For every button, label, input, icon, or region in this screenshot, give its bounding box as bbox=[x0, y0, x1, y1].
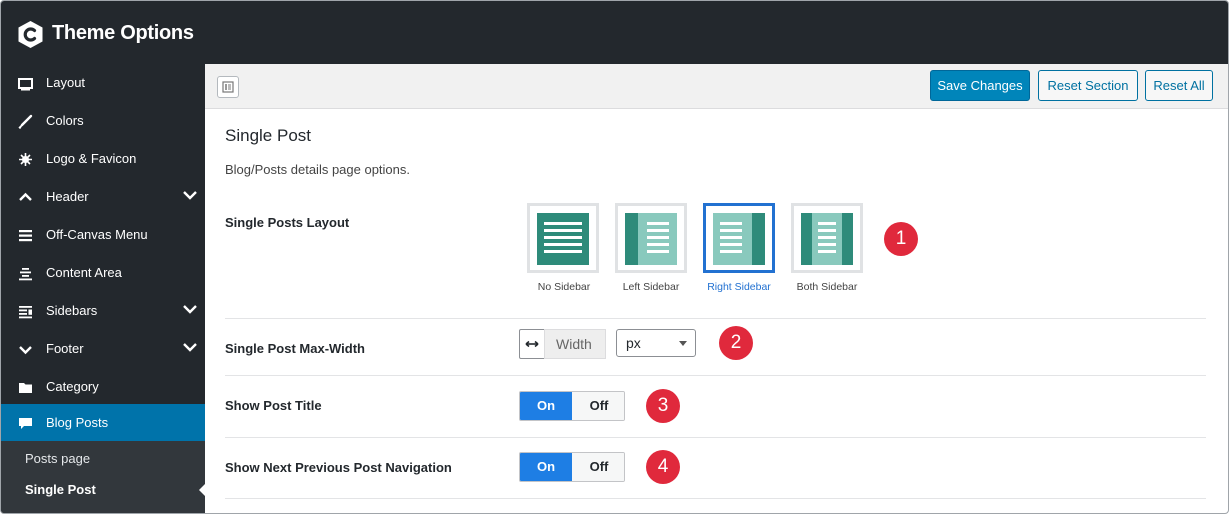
post-navigation-toggle[interactable]: On Off bbox=[519, 452, 625, 482]
sidebar-item-content-area[interactable]: Content Area bbox=[1, 254, 205, 292]
save-changes-button[interactable]: Save Changes bbox=[930, 70, 1030, 101]
reset-section-button[interactable]: Reset Section bbox=[1038, 70, 1138, 101]
layout-caption: Right Sidebar bbox=[707, 281, 771, 293]
sidebar-item-label: Category bbox=[46, 379, 99, 394]
brush-icon bbox=[18, 114, 33, 129]
sidebar-item-layout[interactable]: Layout bbox=[1, 64, 205, 102]
dropdown-arrow-icon bbox=[679, 341, 687, 346]
both-sidebar-layout-icon bbox=[801, 213, 853, 265]
menu-icon bbox=[19, 230, 32, 242]
toggle-off-option[interactable]: Off bbox=[572, 453, 624, 481]
unit-select[interactable]: px bbox=[616, 329, 696, 357]
sidebar-item-colors[interactable]: Colors bbox=[1, 102, 205, 140]
right-sidebar-layout-icon bbox=[713, 213, 765, 265]
layout-caption: Both Sidebar bbox=[796, 281, 858, 293]
sparkle-icon bbox=[19, 153, 32, 166]
section-title: Single Post bbox=[225, 126, 311, 145]
divider bbox=[225, 318, 1206, 319]
app-title: Theme Options bbox=[52, 22, 194, 44]
sidebar-item-label: Content Area bbox=[46, 265, 122, 280]
toggle-off-option[interactable]: Off bbox=[572, 392, 624, 420]
show-post-title-label: Show Post Title bbox=[225, 398, 322, 413]
callout-badge: 4 bbox=[646, 450, 680, 484]
submenu-item-posts-page[interactable]: Posts page bbox=[25, 451, 90, 466]
folder-icon bbox=[19, 383, 32, 393]
post-navigation-label: Show Next Previous Post Navigation bbox=[225, 460, 452, 475]
chevron-down-icon[interactable] bbox=[183, 342, 197, 352]
max-width-label: Single Post Max-Width bbox=[225, 341, 365, 356]
sidebar-item-label: Sidebars bbox=[46, 303, 98, 318]
sidebar-item-label: Footer bbox=[46, 341, 84, 356]
options-toolbar: Save Changes Reset Section Reset All bbox=[205, 64, 1228, 109]
show-post-title-toggle[interactable]: On Off bbox=[519, 391, 625, 421]
sidebar: Layout Colors Logo & Favicon Header Off-… bbox=[1, 64, 205, 513]
max-width-input[interactable]: Width bbox=[544, 329, 606, 359]
sidebar-item-off-canvas-menu[interactable]: Off-Canvas Menu bbox=[1, 216, 205, 254]
layout-option-left-sidebar[interactable] bbox=[615, 203, 687, 273]
sidebar-item-category[interactable]: Category bbox=[1, 368, 205, 406]
callout-badge: 1 bbox=[884, 222, 918, 256]
section-description: Blog/Posts details page options. bbox=[225, 162, 411, 177]
unit-select-value: px bbox=[626, 335, 641, 351]
sidebar-item-footer[interactable]: Footer bbox=[1, 330, 205, 368]
layout-option-right-sidebar[interactable] bbox=[703, 203, 775, 273]
sidebar-item-label: Blog Posts bbox=[46, 415, 109, 430]
sidebar-item-label: Header bbox=[46, 189, 89, 204]
callout-badge: 2 bbox=[719, 326, 753, 360]
sidebar-icon bbox=[19, 306, 32, 319]
align-center-icon bbox=[19, 268, 32, 281]
no-sidebar-layout-icon bbox=[537, 213, 589, 265]
theme-logo-icon bbox=[18, 21, 43, 48]
chevron-down-icon[interactable] bbox=[183, 304, 197, 314]
sidebar-item-header[interactable]: Header bbox=[1, 178, 205, 216]
divider bbox=[225, 437, 1206, 438]
sidebar-item-logo-favicon[interactable]: Logo & Favicon bbox=[1, 140, 205, 178]
chevron-up-icon bbox=[19, 192, 32, 201]
chevron-down-icon[interactable] bbox=[183, 190, 197, 200]
toggle-on-option[interactable]: On bbox=[520, 392, 572, 420]
submenu-item-single-post[interactable]: Single Post bbox=[25, 482, 96, 497]
submenu: Posts page Single Post bbox=[1, 441, 205, 513]
toggle-on-option[interactable]: On bbox=[520, 453, 572, 481]
layout-option-both-sidebar[interactable] bbox=[791, 203, 863, 273]
horizontal-arrows-icon bbox=[525, 340, 539, 348]
monitor-icon bbox=[18, 78, 33, 91]
sidebar-item-sidebars[interactable]: Sidebars bbox=[1, 292, 205, 330]
width-unit-toggle[interactable] bbox=[519, 329, 545, 359]
reset-all-button[interactable]: Reset All bbox=[1145, 70, 1213, 101]
top-bar: Theme Options bbox=[1, 1, 1228, 64]
sidebar-item-label: Logo & Favicon bbox=[46, 151, 137, 166]
current-item-pointer bbox=[199, 483, 206, 497]
layout-option-no-sidebar[interactable] bbox=[527, 203, 599, 273]
sidebar-item-label: Off-Canvas Menu bbox=[46, 227, 148, 242]
callout-badge: 3 bbox=[646, 389, 680, 423]
layout-label: Single Posts Layout bbox=[225, 215, 350, 230]
sidebar-item-blog-posts[interactable]: Blog Posts bbox=[1, 404, 205, 442]
layout-caption: Left Sidebar bbox=[622, 281, 680, 293]
expand-panel-icon[interactable] bbox=[217, 76, 239, 98]
left-sidebar-layout-icon bbox=[625, 213, 677, 265]
chevron-down-icon bbox=[19, 346, 32, 355]
divider bbox=[225, 498, 1206, 499]
sidebar-item-label: Layout bbox=[46, 75, 86, 90]
comment-icon bbox=[19, 418, 32, 429]
divider bbox=[225, 375, 1206, 376]
layout-caption: No Sidebar bbox=[537, 281, 591, 293]
sidebar-item-label: Colors bbox=[46, 113, 84, 128]
window: Theme Options Layout Colors Logo & Favic… bbox=[0, 0, 1229, 514]
